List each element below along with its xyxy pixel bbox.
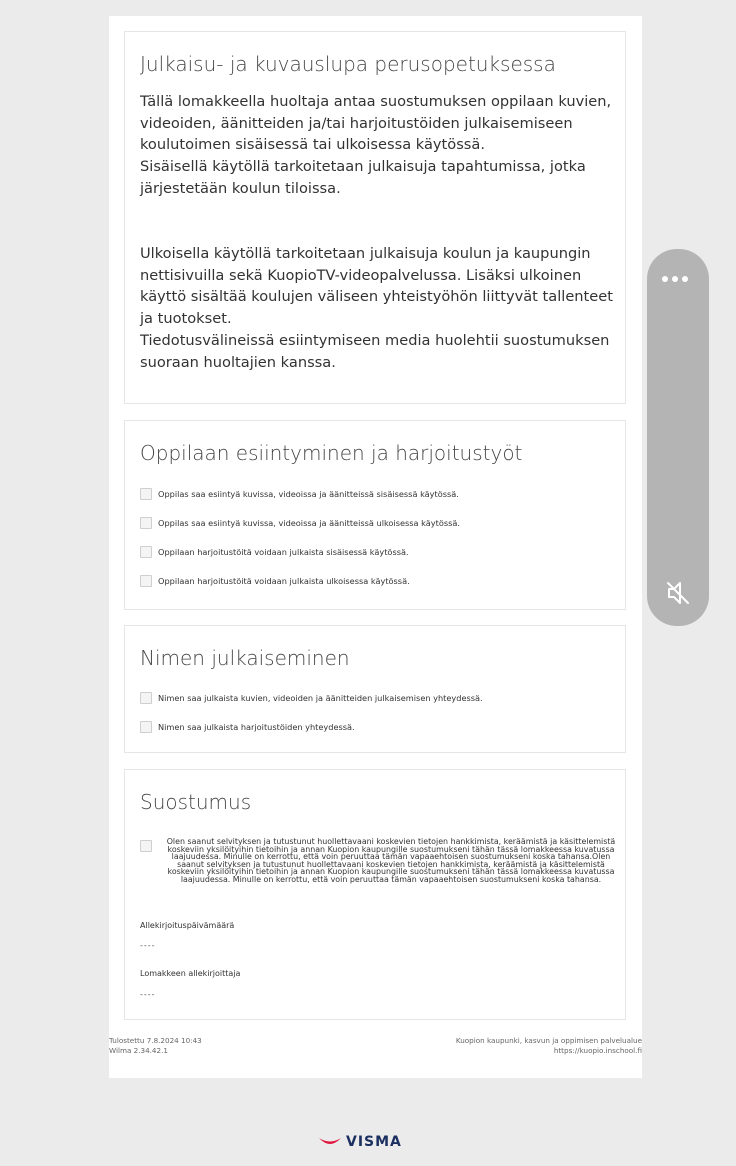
more-dots-icon[interactable] xyxy=(662,276,688,282)
visma-logo: VISMA xyxy=(318,1134,402,1150)
footer-left: Tulostettu 7.8.2024 10:43 Wilma 2.34.42.… xyxy=(109,1036,202,1056)
page-title: Julkaisu- ja kuvauslupa perusopetuksessa xyxy=(140,52,556,76)
print-sheet: Julkaisu- ja kuvauslupa perusopetuksessa… xyxy=(109,16,642,1078)
consent-checkbox[interactable] xyxy=(140,840,152,852)
checkbox[interactable] xyxy=(140,575,152,587)
checkbox-option[interactable]: Oppilaan harjoitustöitä voidaan julkaist… xyxy=(140,574,410,588)
checkbox-option[interactable]: Nimen saa julkaista harjoitustöiden yhte… xyxy=(140,720,355,734)
brand-name: VISMA xyxy=(346,1134,402,1150)
signer-label: Lomakkeen allekirjoittaja xyxy=(140,969,241,978)
checkbox-label: Oppilas saa esiintyä kuvissa, videoissa … xyxy=(158,489,459,499)
section-title: Nimen julkaiseminen xyxy=(140,646,350,670)
checkbox-label: Nimen saa julkaista harjoitustöiden yhte… xyxy=(158,722,355,732)
checkbox-option[interactable]: Nimen saa julkaista kuvien, videoiden ja… xyxy=(140,691,483,705)
organization-name: Kuopion kaupunki, kasvun ja oppimisen pa… xyxy=(455,1036,642,1045)
checkbox[interactable] xyxy=(140,692,152,704)
intro-paragraph: Tällä lomakkeella huoltaja antaa suostum… xyxy=(140,93,612,153)
checkbox-option[interactable]: Oppilas saa esiintyä kuvissa, videoissa … xyxy=(140,487,459,501)
site-url: https://kuopio.inschool.fi xyxy=(553,1046,642,1055)
speaker-muted-icon[interactable] xyxy=(666,580,690,606)
checkbox[interactable] xyxy=(140,488,152,500)
app-version: Wilma 2.34.42.1 xyxy=(109,1046,168,1055)
footer-right: Kuopion kaupunki, kasvun ja oppimisen pa… xyxy=(456,1036,642,1056)
section-title: Suostumus xyxy=(140,790,252,814)
pupil-appearance-section: Oppilaan esiintyminen ja harjoitustyöt O… xyxy=(124,420,626,610)
external-use-paragraph: Ulkoisella käytöllä tarkoitetaan julkais… xyxy=(140,245,613,327)
visma-swoosh-icon xyxy=(319,1138,341,1144)
checkbox-option[interactable]: Oppilas saa esiintyä kuvissa, videoissa … xyxy=(140,516,460,530)
printed-timestamp: Tulostettu 7.8.2024 10:43 xyxy=(109,1036,202,1045)
floating-side-panel xyxy=(647,249,709,626)
checkbox-option[interactable]: Oppilaan harjoitustöitä voidaan julkaist… xyxy=(140,545,409,559)
consent-text: Olen saanut selvityksen ja tutustunut hu… xyxy=(166,837,616,884)
signature-date-value: ---- xyxy=(140,941,156,950)
checkbox[interactable] xyxy=(140,721,152,733)
checkbox-label: Oppilaan harjoitustöitä voidaan julkaist… xyxy=(158,576,410,586)
media-paragraph: Tiedotusvälineissä esiintymiseen media h… xyxy=(140,332,610,371)
consent-section: Suostumus Olen saanut selvityksen ja tut… xyxy=(124,769,626,1020)
checkbox-label: Oppilas saa esiintyä kuvissa, videoissa … xyxy=(158,518,460,528)
section-title: Oppilaan esiintyminen ja harjoitustyöt xyxy=(140,441,523,465)
internal-use-paragraph: Sisäisellä käytöllä tarkoitetaan julkais… xyxy=(140,158,586,197)
checkbox[interactable] xyxy=(140,546,152,558)
checkbox-label: Oppilaan harjoitustöitä voidaan julkaist… xyxy=(158,547,409,557)
checkbox[interactable] xyxy=(140,517,152,529)
info-section: Julkaisu- ja kuvauslupa perusopetuksessa… xyxy=(124,31,626,404)
signature-date-label: Allekirjoituspäivämäärä xyxy=(140,921,235,930)
signer-value: ---- xyxy=(140,990,156,999)
checkbox-label: Nimen saa julkaista kuvien, videoiden ja… xyxy=(158,693,483,703)
consent-option[interactable]: Olen saanut selvityksen ja tutustunut hu… xyxy=(140,838,624,884)
name-publishing-section: Nimen julkaiseminen Nimen saa julkaista … xyxy=(124,625,626,753)
